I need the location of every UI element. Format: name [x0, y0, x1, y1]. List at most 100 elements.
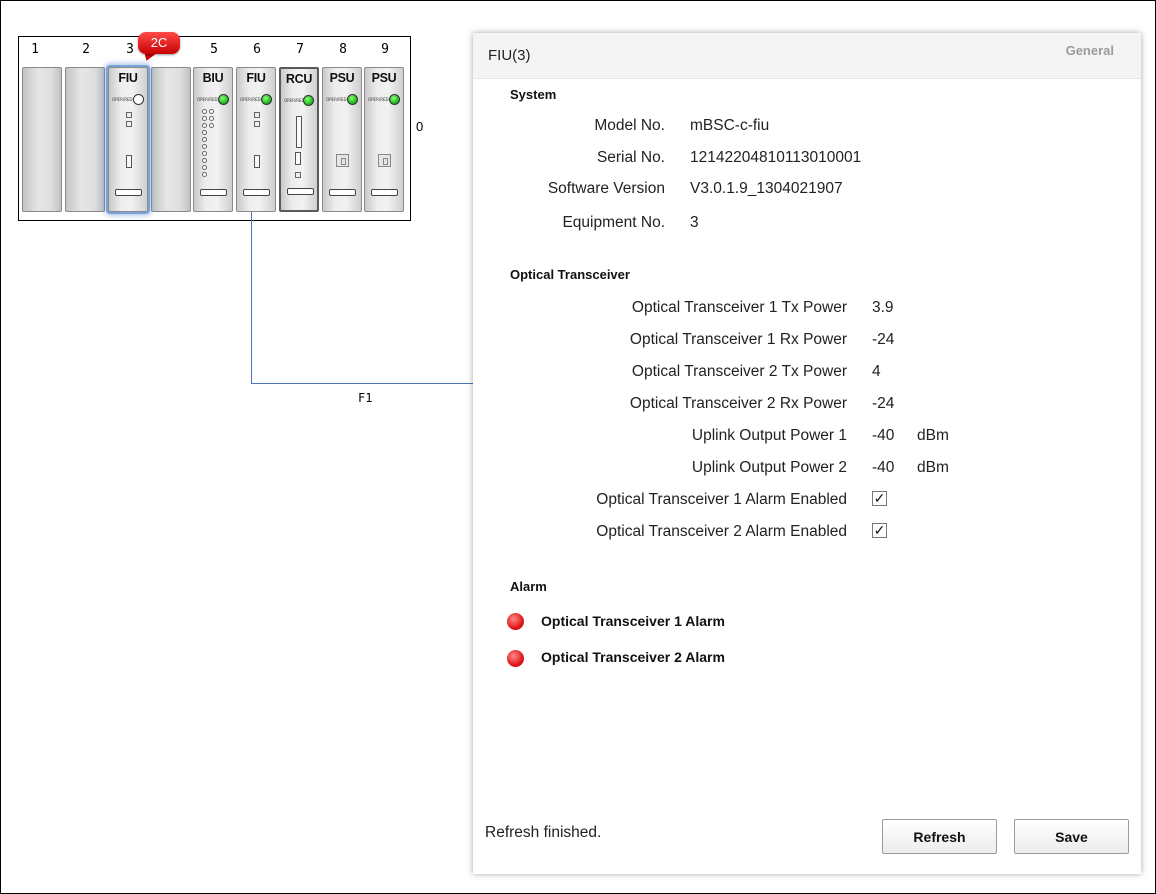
- port-dot-icon: [202, 151, 207, 156]
- alarm-label-ot1: Optical Transceiver 1 Alarm: [541, 613, 725, 629]
- port-indicator-icon: [254, 112, 260, 118]
- alarm-label-ot2: Optical Transceiver 2 Alarm: [541, 649, 725, 665]
- section-heading-optical: Optical Transceiver: [510, 267, 630, 282]
- status-led-green-icon: [218, 94, 229, 105]
- field-label-model: Model No.: [594, 117, 665, 134]
- field-value-equipment: 3: [690, 214, 699, 231]
- card-label-fiu-3: FIU: [118, 71, 138, 85]
- card-handle-icon: [287, 188, 314, 195]
- rack-card-fiu-3[interactable]: FIU OPER/RED: [108, 67, 148, 212]
- oper-led-label: OPER/RED: [197, 97, 218, 102]
- refresh-button[interactable]: Refresh: [882, 819, 997, 854]
- status-led-green-icon: [389, 94, 400, 105]
- section-heading-alarm: Alarm: [510, 579, 547, 594]
- field-label-uplink-2: Uplink Output Power 2: [691, 459, 847, 476]
- port-dot-icon: [202, 116, 207, 121]
- field-value-uplink-2: -40: [872, 459, 895, 476]
- oper-led-label: OPER/RED: [326, 97, 347, 102]
- port-dot-icon: [202, 144, 207, 149]
- port-dot-icon: [209, 123, 214, 128]
- tab-general[interactable]: General: [1066, 43, 1114, 58]
- card-label-psu-8: PSU: [329, 71, 355, 85]
- slot-number-7: 7: [296, 42, 304, 57]
- rack-card-biu-5[interactable]: BIU OPER/RED: [193, 67, 233, 212]
- port-dot-icon: [202, 109, 207, 114]
- rack-slot-2-empty[interactable]: [65, 67, 105, 212]
- slot-number-6: 6: [253, 42, 261, 57]
- oper-led-label: OPER/RED: [368, 97, 389, 102]
- power-socket-icon: [336, 154, 349, 167]
- checkbox-label-ot2-alarm: Optical Transceiver 2 Alarm Enabled: [596, 523, 847, 540]
- oper-led-label: OPER/RED: [112, 97, 133, 102]
- slot-number-8: 8: [339, 42, 347, 57]
- rack-card-rcu-7[interactable]: RCU OPER/RED: [279, 67, 319, 212]
- port-dot-icon: [209, 109, 214, 114]
- status-text: Refresh finished.: [485, 824, 602, 841]
- card-handle-icon: [371, 189, 398, 196]
- status-led-off-icon: [133, 94, 144, 105]
- save-button[interactable]: Save: [1014, 819, 1129, 854]
- rack-card-fiu-6[interactable]: FIU OPER/RED: [236, 67, 276, 212]
- fiber-link-line[interactable]: [251, 212, 252, 383]
- field-label-ot2-rx: Optical Transceiver 2 Rx Power: [629, 395, 847, 412]
- field-unit-uplink-1: dBm: [917, 427, 949, 444]
- field-value-ot2-rx: -24: [872, 395, 895, 412]
- checkbox-ot1-alarm-enabled[interactable]: ✓: [872, 491, 887, 506]
- port-dot-icon: [202, 165, 207, 170]
- card-label-fiu-6: FIU: [246, 71, 266, 85]
- oper-led-label: OPER/RED: [284, 98, 305, 103]
- rack-card-psu-9[interactable]: PSU OPER/RED: [364, 67, 404, 212]
- rcu-slot-icon: [296, 116, 302, 148]
- port-dot-icon: [209, 116, 214, 121]
- rack-slot-1-empty[interactable]: [22, 67, 62, 212]
- card-handle-icon: [243, 189, 270, 196]
- field-value-ot2-tx: 4: [872, 363, 881, 380]
- fiber-link-label: F1: [358, 391, 373, 405]
- slot-number-9: 9: [381, 42, 389, 57]
- status-led-green-icon: [347, 94, 358, 105]
- slot-number-2: 2: [82, 42, 90, 57]
- field-label-serial: Serial No.: [596, 149, 665, 166]
- rcu-indicator-icon: [295, 172, 301, 178]
- status-led-green-icon: [303, 95, 314, 106]
- card-label-psu-9: PSU: [371, 71, 397, 85]
- card-handle-icon: [115, 189, 142, 196]
- field-value-uplink-1: -40: [872, 427, 895, 444]
- rack-side-label: 0: [416, 119, 424, 134]
- field-value-ot1-rx: -24: [872, 331, 895, 348]
- field-label-software: Software Version: [547, 180, 665, 197]
- field-label-ot1-rx: Optical Transceiver 1 Rx Power: [629, 331, 847, 348]
- port-dot-icon: [202, 130, 207, 135]
- power-socket-icon: [378, 154, 391, 167]
- checkbox-ot2-alarm-enabled[interactable]: ✓: [872, 523, 887, 538]
- section-heading-system: System: [510, 87, 557, 102]
- rack-slot-4-empty[interactable]: [151, 67, 191, 212]
- card-label-rcu: RCU: [285, 72, 313, 86]
- field-value-ot1-tx: 3.9: [872, 299, 894, 316]
- alarm-led-red-icon: [507, 650, 524, 667]
- oper-led-label: OPER/RED: [240, 97, 261, 102]
- panel-title: FIU(3): [488, 47, 531, 64]
- card-handle-icon: [200, 189, 227, 196]
- field-value-model: mBSC-c-fiu: [690, 117, 770, 134]
- port-indicator-icon: [254, 121, 260, 127]
- rack-card-psu-8[interactable]: PSU OPER/RED: [322, 67, 362, 212]
- port-dot-icon: [202, 172, 207, 177]
- properties-panel: FIU(3) General System Model No. mBSC-c-f…: [473, 33, 1141, 874]
- field-value-serial: 12142204810113010001: [690, 149, 862, 166]
- optical-port-icon: [126, 155, 132, 168]
- card-label-biu: BIU: [202, 71, 224, 85]
- field-label-ot2-tx: Optical Transceiver 2 Tx Power: [631, 363, 847, 380]
- optical-port-icon: [254, 155, 260, 168]
- field-unit-uplink-2: dBm: [917, 459, 949, 476]
- field-value-software: V3.0.1.9_1304021907: [690, 180, 843, 197]
- card-handle-icon: [329, 189, 356, 196]
- fiber-link-line[interactable]: [251, 383, 473, 384]
- alarm-led-red-icon: [507, 613, 524, 630]
- alarm-callout-badge[interactable]: 2C: [138, 32, 180, 54]
- checkbox-label-ot1-alarm: Optical Transceiver 1 Alarm Enabled: [596, 491, 847, 508]
- field-label-uplink-1: Uplink Output Power 1: [691, 427, 847, 444]
- slot-number-5: 5: [210, 42, 218, 57]
- slot-number-3: 3: [126, 42, 134, 57]
- field-label-equipment: Equipment No.: [562, 214, 665, 231]
